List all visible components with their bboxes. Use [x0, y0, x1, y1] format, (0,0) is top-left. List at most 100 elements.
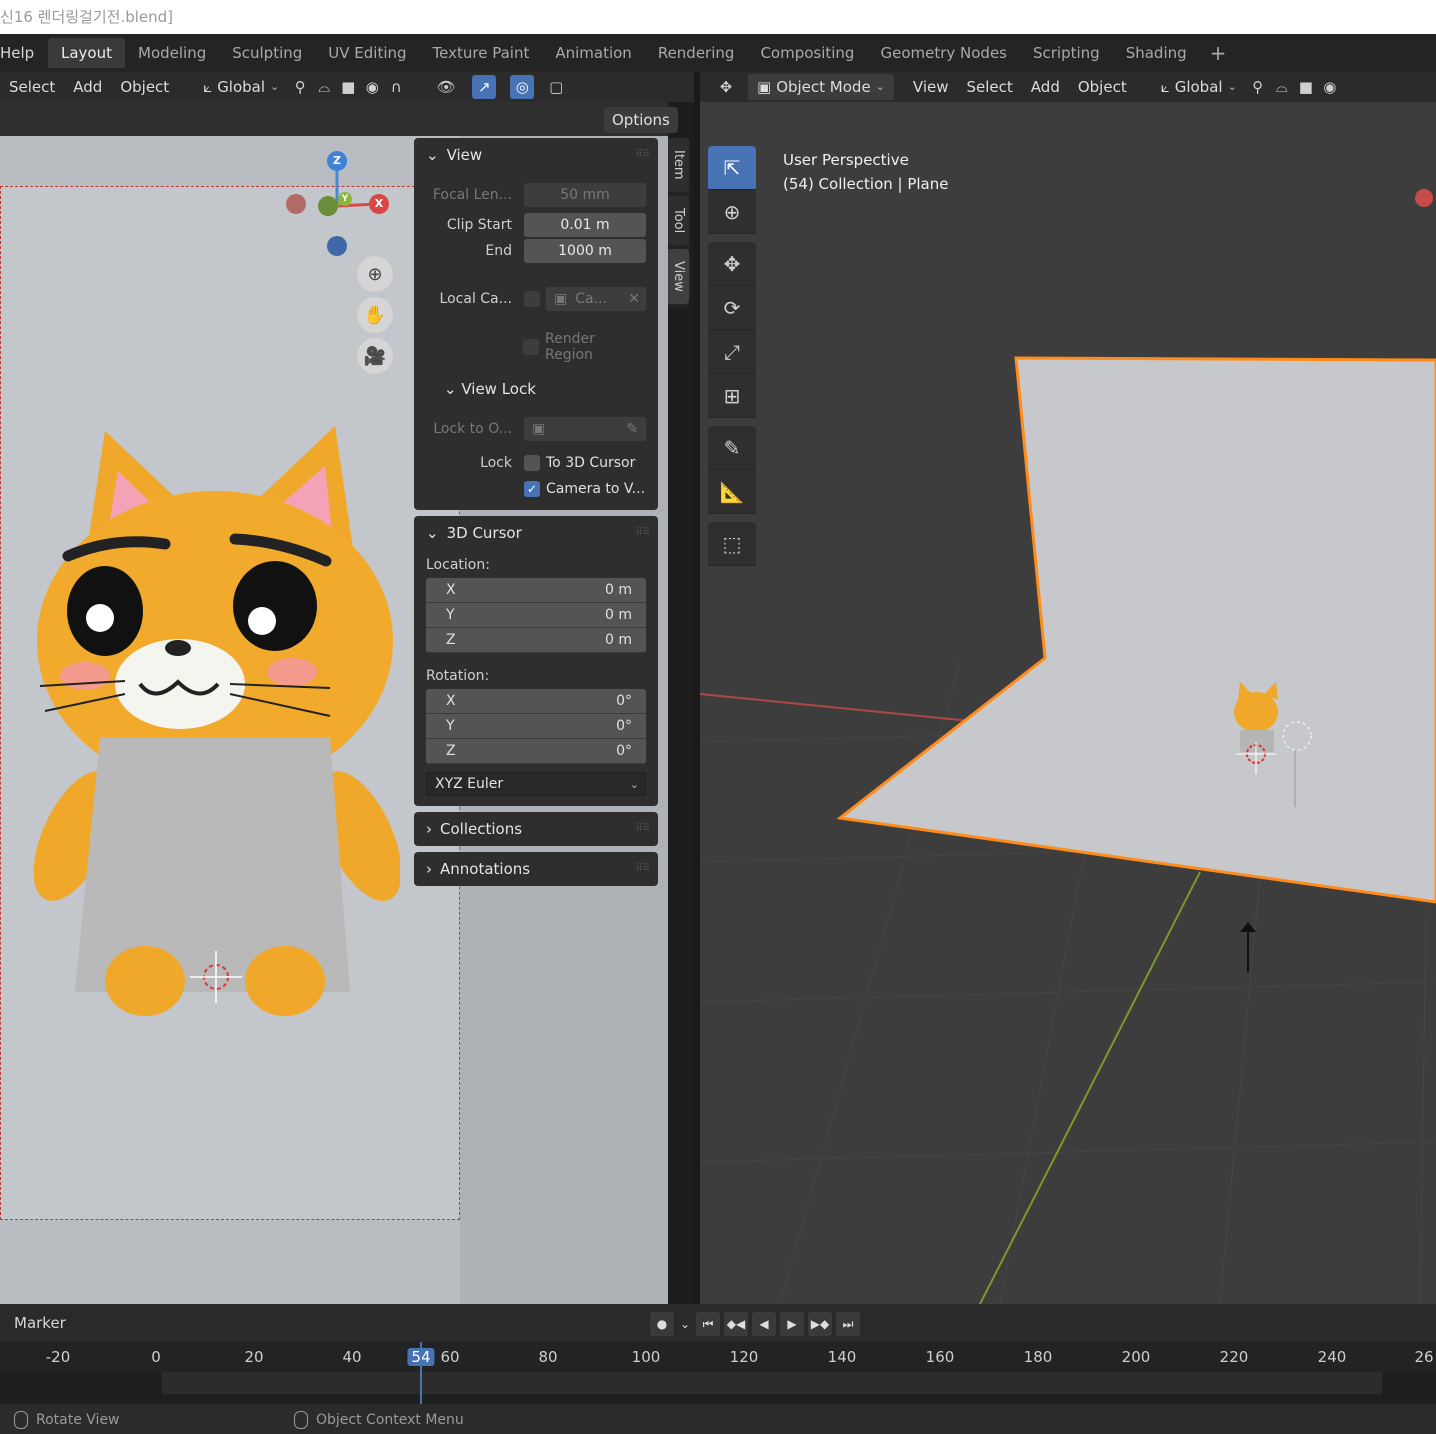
gizmo-x-axis[interactable]: X: [369, 194, 389, 214]
proportional-edit-icon[interactable]: ◉: [360, 75, 384, 99]
left-object-menu[interactable]: Object: [111, 74, 178, 100]
left-select-menu[interactable]: Select: [0, 74, 64, 100]
pan-hand-icon[interactable]: ✋: [357, 297, 393, 333]
jump-end-icon[interactable]: ⏭: [836, 1312, 860, 1336]
eyedropper-icon[interactable]: ✎: [626, 417, 638, 441]
left-add-menu[interactable]: Add: [64, 74, 111, 100]
right-select-menu[interactable]: Select: [958, 74, 1022, 100]
right-view-menu[interactable]: View: [904, 74, 958, 100]
move-tool-icon[interactable]: ✥: [708, 242, 756, 286]
tab-scripting[interactable]: Scripting: [1020, 38, 1113, 68]
annotate-tool-icon[interactable]: ✎: [708, 426, 756, 470]
tab-item[interactable]: Item: [668, 138, 689, 192]
scale-tool-icon[interactable]: ⤢: [708, 330, 756, 374]
clip-start-field[interactable]: 0.01 m: [524, 213, 646, 237]
rotate-tool-icon[interactable]: ⟳: [708, 286, 756, 330]
tab-shading[interactable]: Shading: [1113, 38, 1200, 68]
tab-geometry-nodes[interactable]: Geometry Nodes: [867, 38, 1020, 68]
tab-modeling[interactable]: Modeling: [125, 38, 219, 68]
tab-uv-editing[interactable]: UV Editing: [315, 38, 419, 68]
marker-menu[interactable]: Marker: [14, 1314, 66, 1332]
location-x-field[interactable]: X 0 m: [426, 578, 646, 603]
tab-texture-paint[interactable]: Texture Paint: [420, 38, 543, 68]
frame-ruler[interactable]: -20 0 20 40 54 60 80 100 120 140 160 180…: [0, 1342, 1436, 1372]
annotations-section-header[interactable]: › Annotations ⠿⠿: [414, 852, 658, 886]
rotation-z-field[interactable]: Z 0°: [426, 739, 646, 764]
local-camera-field[interactable]: ▣ Ca... ✕: [546, 287, 646, 311]
gizmo-neg-z-axis[interactable]: [327, 236, 347, 256]
lock-to-cursor-checkbox[interactable]: [524, 455, 540, 471]
left-orientation-dropdown[interactable]: ⟀ Global ⌄: [194, 74, 288, 100]
next-keyframe-icon[interactable]: ▶◆: [808, 1312, 832, 1336]
tab-compositing[interactable]: Compositing: [747, 38, 867, 68]
visibility-icon[interactable]: 👁: [434, 75, 458, 99]
tab-animation[interactable]: Animation: [542, 38, 644, 68]
select-tool-icon[interactable]: ⇱: [708, 146, 756, 190]
location-z-field[interactable]: Z 0 m: [426, 628, 646, 653]
menu-help[interactable]: Help: [0, 44, 48, 62]
pivot-icon[interactable]: ⚲: [288, 75, 312, 99]
cursor-tool-icon[interactable]: ⊕: [708, 190, 756, 234]
snap-target-icon[interactable]: ■: [336, 75, 360, 99]
proportional-edit-icon[interactable]: ◉: [1318, 75, 1342, 99]
collections-section-header[interactable]: › Collections ⠿⠿: [414, 812, 658, 846]
tab-layout[interactable]: Layout: [48, 38, 125, 68]
prev-keyframe-icon[interactable]: ◆◀: [724, 1312, 748, 1336]
zoom-icon[interactable]: ⊕: [357, 256, 393, 292]
view-lock-header[interactable]: ⌄ View Lock: [414, 374, 658, 404]
clear-icon[interactable]: ✕: [628, 287, 640, 311]
playhead[interactable]: [420, 1342, 422, 1404]
view-section-header[interactable]: ⌄ View ⠿⠿: [414, 138, 658, 172]
rotation-mode-dropdown[interactable]: XYZ Euler ⌄: [426, 772, 646, 796]
drag-grip-icon[interactable]: ⠿⠿: [635, 516, 650, 550]
gizmo-y-axis[interactable]: Y: [338, 192, 352, 206]
timeline-track[interactable]: [0, 1372, 1436, 1404]
camera-icon[interactable]: 🎥: [357, 338, 393, 374]
focal-length-field[interactable]: 50 mm: [524, 183, 646, 207]
clip-end-field[interactable]: 1000 m: [524, 239, 646, 263]
right-object-menu[interactable]: Object: [1069, 74, 1136, 100]
3d-cursor-section-header[interactable]: ⌄ 3D Cursor ⠿⠿: [414, 516, 658, 550]
right-add-menu[interactable]: Add: [1022, 74, 1069, 100]
falloff-icon[interactable]: ∩: [384, 75, 408, 99]
gizmo-neg-x-axis[interactable]: [286, 194, 306, 214]
snap-icon[interactable]: ⌓: [312, 75, 336, 99]
chevron-down-icon[interactable]: ⌄: [678, 1312, 692, 1336]
pivot-icon[interactable]: ⚲: [1246, 75, 1270, 99]
overlay-toggle-icon[interactable]: ◎: [510, 75, 535, 99]
lock-to-object-field[interactable]: ▣ ✎: [524, 417, 646, 441]
gizmo-z-axis[interactable]: Z: [327, 151, 347, 171]
tab-sculpting[interactable]: Sculpting: [219, 38, 315, 68]
gizmo-toggle-icon[interactable]: ↗: [472, 75, 497, 99]
snap-icon[interactable]: ⌓: [1270, 75, 1294, 99]
add-cube-tool-icon[interactable]: ⬚: [708, 522, 756, 566]
right-orientation-dropdown[interactable]: ⟀ Global ⌄: [1152, 74, 1246, 100]
local-camera-checkbox[interactable]: [524, 291, 540, 307]
camera-to-view-checkbox[interactable]: ✓: [524, 481, 540, 497]
play-reverse-icon[interactable]: ◀: [752, 1312, 776, 1336]
play-icon[interactable]: ▶: [780, 1312, 804, 1336]
tab-tool[interactable]: Tool: [668, 195, 689, 245]
add-workspace-icon[interactable]: +: [1200, 41, 1237, 65]
record-icon[interactable]: ●: [650, 1312, 674, 1336]
tab-rendering[interactable]: Rendering: [645, 38, 748, 68]
jump-start-icon[interactable]: ⏮: [696, 1312, 720, 1336]
gizmo-neg-y-axis[interactable]: [318, 196, 338, 216]
drag-grip-icon[interactable]: ⠿⠿: [635, 812, 650, 846]
measure-tool-icon[interactable]: 📐: [708, 470, 756, 514]
snap-target-icon[interactable]: ■: [1294, 75, 1318, 99]
tab-view[interactable]: View: [668, 248, 689, 304]
rotation-y-field[interactable]: Y 0°: [426, 714, 646, 739]
perspective-viewport[interactable]: User Perspective (54) Collection | Plane…: [700, 102, 1436, 1304]
drag-grip-icon[interactable]: ⠿⠿: [635, 852, 650, 886]
drag-grip-icon[interactable]: ⠿⠿: [635, 138, 650, 172]
options-dropdown[interactable]: Options ⌄: [604, 107, 678, 154]
transform-tool-icon[interactable]: ⊞: [708, 374, 756, 418]
editor-type-icon[interactable]: ✥: [714, 75, 738, 99]
render-region-checkbox[interactable]: [522, 339, 539, 355]
location-y-field[interactable]: Y 0 m: [426, 603, 646, 628]
mode-dropdown[interactable]: ▣ Object Mode ⌄: [748, 74, 894, 100]
navigation-gizmo[interactable]: Z X Y: [280, 146, 390, 256]
xray-icon[interactable]: ▢: [544, 75, 568, 99]
rotation-x-field[interactable]: X 0°: [426, 689, 646, 714]
